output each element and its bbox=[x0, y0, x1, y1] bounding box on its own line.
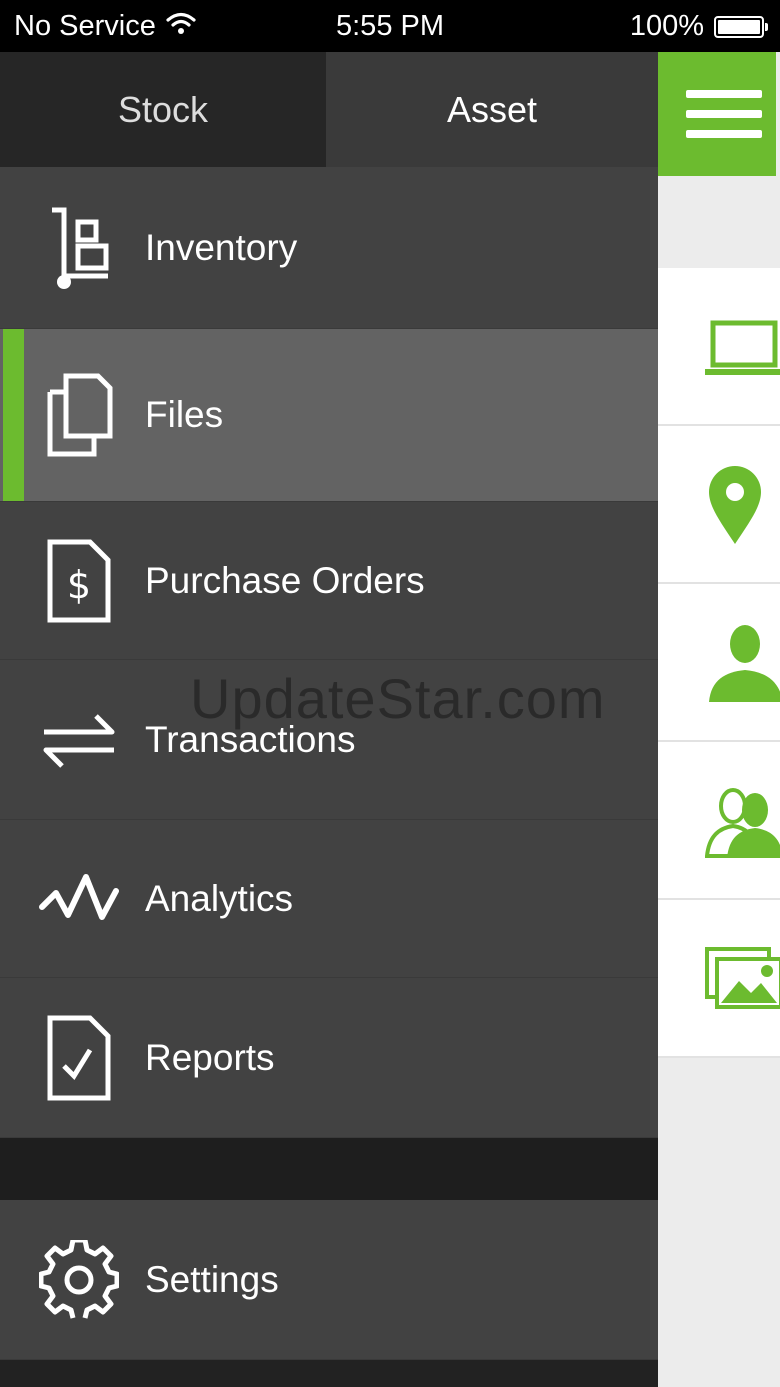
menu-item-analytics[interactable]: Analytics bbox=[0, 820, 658, 978]
hamburger-line bbox=[686, 130, 762, 138]
tab-bar: Stock Asset bbox=[0, 52, 658, 167]
content-pane bbox=[658, 52, 780, 1387]
menu-item-files[interactable]: Files bbox=[0, 329, 658, 502]
reports-icon bbox=[38, 1013, 120, 1103]
menu-item-settings[interactable]: Settings bbox=[0, 1200, 658, 1360]
tab-asset[interactable]: Asset bbox=[326, 52, 658, 167]
watermark: UpdateStar.com bbox=[190, 667, 606, 730]
menu-label-purchase-orders: Purchase Orders bbox=[145, 559, 425, 601]
tab-stock[interactable]: Stock bbox=[0, 52, 326, 167]
battery-percent: 100% bbox=[629, 10, 704, 42]
active-indicator bbox=[3, 329, 24, 501]
hamburger-line bbox=[686, 110, 762, 118]
menu-label-inventory: Inventory bbox=[145, 226, 298, 268]
content-row-person[interactable] bbox=[658, 584, 780, 742]
content-row-laptop[interactable] bbox=[658, 268, 780, 426]
hamburger-menu-button[interactable] bbox=[658, 52, 776, 176]
content-row-location[interactable] bbox=[658, 426, 780, 584]
person-icon bbox=[704, 622, 780, 702]
section-divider bbox=[0, 1138, 658, 1200]
hamburger-line bbox=[686, 90, 762, 98]
people-icon bbox=[704, 780, 780, 860]
inventory-icon bbox=[38, 203, 120, 293]
menu-label-analytics: Analytics bbox=[145, 877, 294, 919]
files-icon bbox=[38, 370, 120, 460]
transactions-icon bbox=[38, 695, 120, 785]
menu-item-reports[interactable]: Reports bbox=[0, 978, 658, 1138]
battery-icon bbox=[714, 15, 768, 38]
status-bar: No Service 5:55 PM 100% bbox=[0, 0, 780, 52]
menu-label-reports: Reports bbox=[145, 1036, 275, 1078]
menu-label-files: Files bbox=[145, 394, 224, 435]
location-pin-icon bbox=[704, 464, 780, 544]
purchase-order-icon: $ bbox=[38, 536, 120, 626]
laptop-icon bbox=[704, 306, 780, 386]
content-row-people[interactable] bbox=[658, 742, 780, 900]
analytics-icon bbox=[38, 854, 120, 944]
svg-text:$: $ bbox=[67, 563, 91, 607]
menu-label-settings: Settings bbox=[145, 1258, 279, 1300]
content-header-band bbox=[658, 176, 780, 268]
menu-item-inventory[interactable]: Inventory bbox=[0, 167, 658, 329]
gear-icon bbox=[38, 1235, 120, 1325]
images-icon bbox=[704, 938, 780, 1018]
content-row-images[interactable] bbox=[658, 900, 780, 1058]
menu-item-purchase-orders[interactable]: $ Purchase Orders bbox=[0, 502, 658, 660]
status-right: 100% bbox=[629, 10, 768, 43]
